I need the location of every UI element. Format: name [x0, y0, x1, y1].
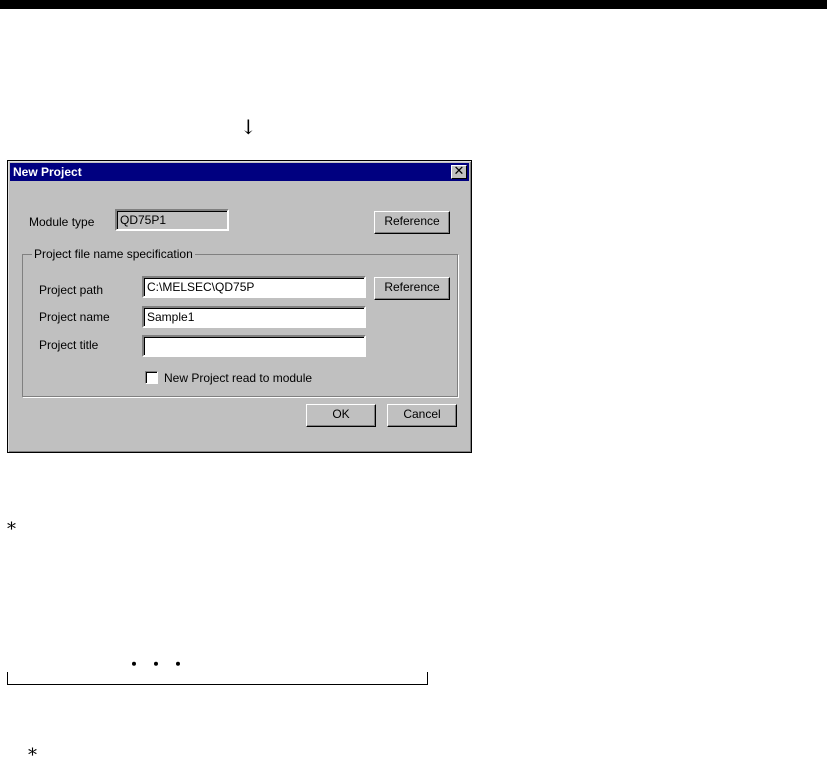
project-name-label: Project name [39, 310, 110, 324]
top-rule [0, 0, 827, 9]
project-title-input[interactable] [142, 335, 366, 357]
project-path-input[interactable]: C:\MELSEC\QD75P [142, 276, 366, 298]
project-name-input[interactable]: Sample1 [142, 306, 366, 328]
path-reference-button[interactable]: Reference [374, 277, 450, 300]
group-title: Project file name specification [32, 247, 195, 261]
note-marker: * [7, 519, 16, 540]
close-button[interactable]: ✕ [451, 165, 467, 179]
module-type-label: Module type [29, 215, 95, 229]
read-to-module-checkbox[interactable] [145, 371, 158, 384]
project-path-label: Project path [39, 283, 104, 297]
checkbox-label: New Project read to module [164, 371, 313, 385]
ok-button[interactable]: OK [306, 404, 376, 427]
new-project-dialog: New Project ✕ Module type QD75P1 Referen… [7, 160, 472, 453]
project-title-label: Project title [39, 338, 99, 352]
module-reference-button[interactable]: Reference [374, 211, 450, 234]
module-type-field: QD75P1 [115, 209, 229, 231]
dialog-titlebar: New Project ✕ [10, 163, 469, 181]
down-arrow-icon: ↓ [240, 115, 257, 139]
note-marker-bottom: * [28, 745, 37, 764]
close-icon: ✕ [453, 164, 465, 179]
dialog-title: New Project [13, 165, 82, 179]
cancel-button[interactable]: Cancel [387, 404, 457, 427]
bracket-line [7, 672, 428, 685]
